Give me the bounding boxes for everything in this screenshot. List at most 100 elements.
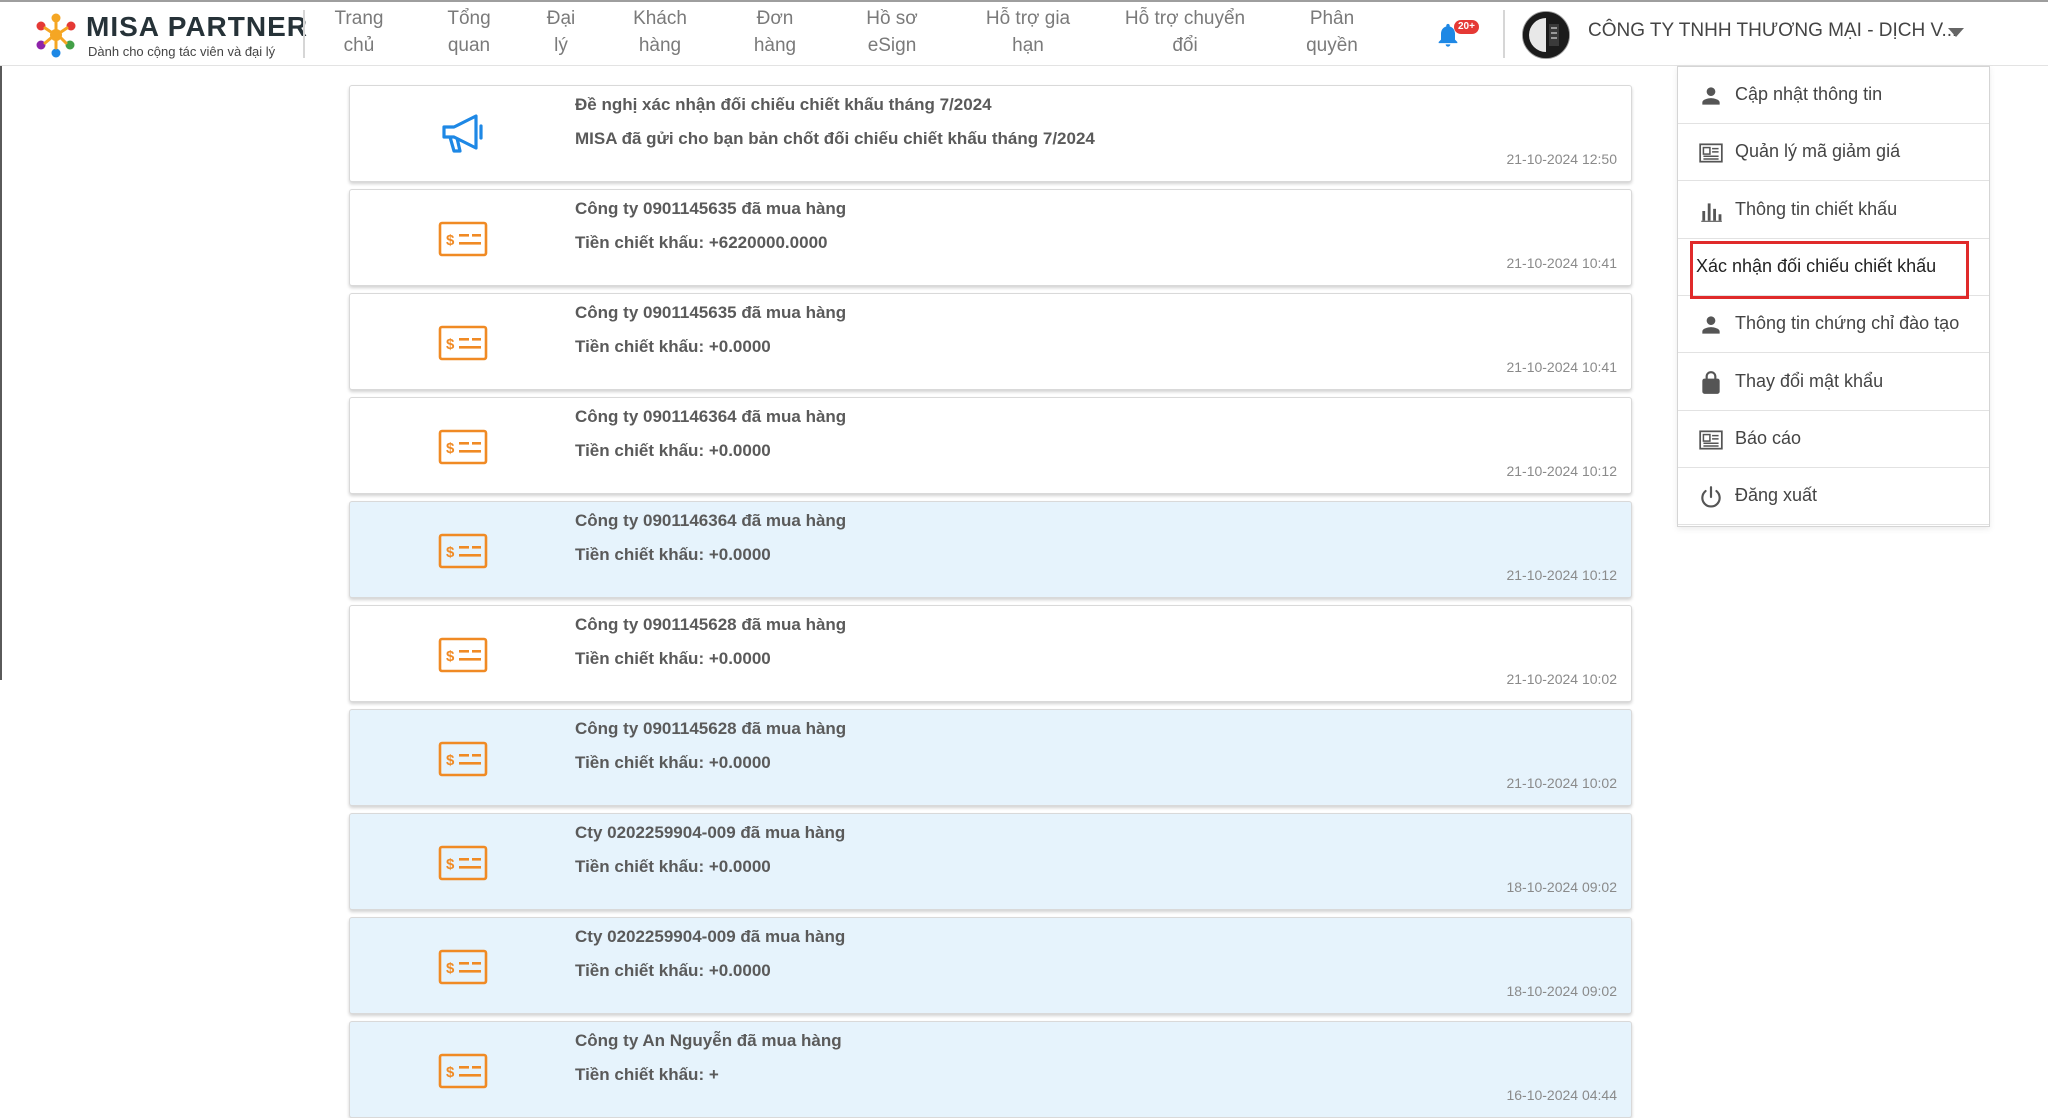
menu-item-label: Xác nhận đối chiếu chiết khấu [1696,256,1937,276]
notification-title: Cty 0202259904-009 đã mua hàng [575,927,846,946]
nav-divider [1503,10,1505,58]
notification-time: 21-10-2024 10:12 [1506,463,1617,479]
notification-card[interactable]: $ Công ty 0901146364 đã mua hàng Tiền chiế… [349,501,1632,598]
svg-text:$: $ [446,960,455,977]
svg-text:$: $ [446,232,455,249]
brand-name: MISA PARTNER [86,11,308,42]
bar-chart-icon [1698,198,1724,224]
payment-card-icon: $ [438,527,488,571]
svg-text:$: $ [446,648,455,665]
payment-card-icon: $ [438,631,488,675]
notification-detail: Tiền chiết khấu: +0.0000 [575,857,771,876]
payment-card-icon: $ [438,423,488,467]
notification-detail: MISA đã gửi cho bạn bản chốt đối chiếu c… [575,129,1095,148]
notification-time: 18-10-2024 09:02 [1506,983,1617,999]
notification-bell[interactable]: 20+ [1434,18,1479,48]
svg-text:$: $ [446,336,455,353]
svg-text:$: $ [446,440,455,457]
menu-item-person-0[interactable]: Cập nhật thông tin [1678,67,1989,124]
menu-item-label: Quản lý mã giảm giá [1735,141,1901,161]
svg-text:$: $ [446,1064,455,1081]
nav-dai-ly[interactable]: Đại lý [540,4,582,60]
notification-title: Công ty 0901145635 đã mua hàng [575,199,847,218]
top-navbar: MISA PARTNER Dành cho cộng tác viên và đ… [0,0,2048,66]
notification-detail: Tiền chiết khấu: + [575,1065,719,1084]
company-name[interactable]: CÔNG TY TNHH THƯƠNG MẠI - DỊCH V... [1588,20,1957,42]
notification-detail: Tiền chiết khấu: +0.0000 [575,441,771,460]
notification-time: 21-10-2024 10:41 [1506,359,1617,375]
menu-item-label: Báo cáo [1735,428,1802,448]
brand-tagline: Dành cho cộng tác viên và đại lý [88,44,276,59]
menu-item-xac-nhan-doi-chieu[interactable]: Xác nhận đối chiếu chiết khấu [1678,239,1989,296]
notification-title: Công ty 0901145628 đã mua hàng [575,719,847,738]
left-window-edge [0,66,2,680]
payment-card-icon: $ [438,943,488,987]
notification-detail: Tiền chiết khấu: +6220000.0000 [575,233,828,252]
menu-item-lock-5[interactable]: Thay đổi mật khẩu [1678,354,1989,411]
person-icon [1698,312,1724,338]
svg-text:$: $ [446,544,455,561]
notification-title: Công ty An Nguyễn đã mua hàng [575,1031,842,1050]
menu-item-label: Thông tin chứng chỉ đào tạo [1735,313,1960,333]
notification-detail: Tiền chiết khấu: +0.0000 [575,545,771,564]
notification-card[interactable]: $ Công ty 0901145628 đã mua hàng Tiền chiế… [349,605,1632,702]
notification-time: 16-10-2024 04:44 [1506,1087,1617,1103]
notification-card[interactable]: $ Công ty 0901146364 đã mua hàng Tiền chiế… [349,397,1632,494]
notification-detail: Tiền chiết khấu: +0.0000 [575,753,771,772]
menu-item-newspaper-6[interactable]: Báo cáo [1678,411,1989,468]
nav-trang-chu[interactable]: Trang chủ [322,4,396,60]
nav-khach-hang[interactable]: Khách hàng [620,4,700,60]
payment-card-icon: $ [438,215,488,259]
power-icon [1698,484,1724,510]
payment-card-icon: $ [438,1047,488,1091]
nav-divider [303,10,305,58]
misa-logo-icon [36,13,76,58]
nav-ho-tro-chuyen-doi[interactable]: Hỗ trợ chuyển đổi [1112,4,1258,60]
payment-card-icon: $ [438,839,488,883]
notification-title: Công ty 0901145635 đã mua hàng [575,303,847,322]
menu-item-power-7[interactable]: Đăng xuất [1678,468,1989,525]
notification-card[interactable]: $ Công ty An Nguyễn đã mua hàng Tiền chiết… [349,1021,1632,1118]
menu-item-label: Thông tin chiết khấu [1735,199,1898,219]
menu-item-label: Cập nhật thông tin [1735,84,1883,104]
notification-detail: Tiền chiết khấu: +0.0000 [575,337,771,356]
newspaper-icon [1698,140,1724,166]
notification-title: Công ty 0901145628 đã mua hàng [575,615,847,634]
avatar-image-icon [1523,12,1569,58]
nav-tong-quan[interactable]: Tổng quan [434,4,504,60]
menu-item-newspaper-1[interactable]: Quản lý mã giảm giá [1678,124,1989,181]
svg-text:$: $ [446,856,455,873]
notification-time: 21-10-2024 12:50 [1506,151,1617,167]
newspaper-icon [1698,427,1724,453]
menu-item-label: Thay đổi mật khẩu [1735,371,1884,391]
nav-phan-quyen[interactable]: Phân quyền [1292,4,1372,60]
menu-item-person-4[interactable]: Thông tin chứng chỉ đào tạo [1678,296,1989,353]
notification-time: 21-10-2024 10:02 [1506,775,1617,791]
lock-icon [1698,370,1724,396]
chevron-down-icon[interactable] [1948,28,1964,37]
nav-ho-tro-gia-han[interactable]: Hỗ trợ gia hạn [970,4,1086,60]
notification-card[interactable]: $ Công ty 0901145635 đã mua hàng Tiền chiế… [349,189,1632,286]
notification-time: 21-10-2024 10:12 [1506,567,1617,583]
top-rule [0,0,2048,2]
payment-card-icon: $ [438,735,488,779]
nav-don-hang[interactable]: Đơn hàng [740,4,810,60]
notification-time: 21-10-2024 10:41 [1506,255,1617,271]
svg-text:$: $ [446,752,455,769]
nav-ho-so-esign[interactable]: Hồ sơ eSign [852,4,932,60]
notification-card[interactable]: $ Công ty 0901145635 đã mua hàng Tiền chiế… [349,293,1632,390]
user-dropdown-menu: Cập nhật thông tin Quản lý mã giảm giá Thô… [1677,66,1990,527]
notification-detail: Tiền chiết khấu: +0.0000 [575,649,771,668]
payment-card-icon: $ [438,319,488,363]
notification-card[interactable]: $ Cty 0202259904-009 đã mua hàng Tiền chiế… [349,813,1632,910]
notification-badge: 20+ [1454,20,1479,34]
notification-title: Công ty 0901146364 đã mua hàng [575,511,847,530]
notification-card[interactable]: $ Công ty 0901145628 đã mua hàng Tiền chiế… [349,709,1632,806]
notification-title: Cty 0202259904-009 đã mua hàng [575,823,846,842]
menu-item-label: Đăng xuất [1735,485,1818,505]
person-icon [1698,83,1724,109]
menu-item-bar-chart-2[interactable]: Thông tin chiết khấu [1678,182,1989,239]
avatar[interactable] [1522,11,1570,59]
notification-card[interactable]: Đề nghị xác nhận đối chiếu chiết khấu th… [349,85,1632,182]
notification-card[interactable]: $ Cty 0202259904-009 đã mua hàng Tiền chiế… [349,917,1632,1014]
